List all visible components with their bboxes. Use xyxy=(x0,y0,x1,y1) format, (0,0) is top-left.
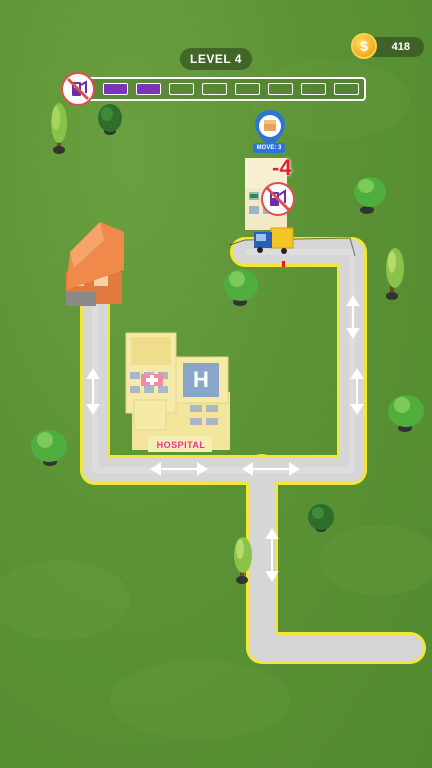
tree xyxy=(98,104,122,135)
fuel-segment xyxy=(136,83,161,95)
tree xyxy=(308,504,334,532)
fuel-segment xyxy=(202,83,227,95)
tree xyxy=(31,430,67,466)
penalty-text: -4 xyxy=(272,155,292,180)
moves-pin xyxy=(255,110,285,147)
fuel-segment xyxy=(268,83,293,95)
helipad-letter: H xyxy=(193,367,209,392)
fuel-segment xyxy=(235,83,260,95)
moves-counter: MOVE: 3 xyxy=(253,143,285,153)
house-building xyxy=(66,222,124,306)
fuel-segment xyxy=(301,83,326,95)
fuel-segment xyxy=(103,83,128,95)
level-indicator: LEVEL 4 xyxy=(180,48,252,70)
hospital-sign: HOSPITAL xyxy=(156,440,206,450)
coin-icon: $ xyxy=(351,33,377,59)
fuel-bar xyxy=(76,77,366,101)
tree xyxy=(388,395,424,432)
fuel-segment xyxy=(334,83,359,95)
game-stage[interactable]: LEVEL 4 418 $ MOVE: 3 -4 HOSPITAL H xyxy=(0,0,432,768)
fuel-segment xyxy=(169,83,194,95)
tree xyxy=(386,248,404,300)
tree xyxy=(51,103,67,154)
tree xyxy=(224,269,258,306)
fuel-pump-icon xyxy=(61,72,95,106)
tree xyxy=(354,177,386,214)
fuel-warning-icon xyxy=(261,182,295,216)
